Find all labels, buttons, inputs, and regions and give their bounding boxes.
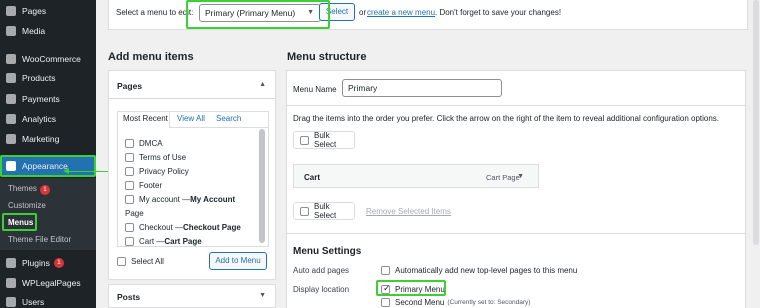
chevron-down-icon[interactable]: ▼ bbox=[517, 173, 524, 180]
annotation-arrow-head bbox=[63, 168, 69, 174]
appearance-icon bbox=[6, 161, 16, 171]
submenu-item-customize[interactable]: Customize bbox=[8, 201, 46, 210]
or-text: or bbox=[359, 8, 367, 17]
sidebar-item-products[interactable]: Products bbox=[0, 68, 96, 88]
sidebar-item-appearance[interactable]: Appearance bbox=[0, 156, 96, 176]
posts-title: Posts bbox=[117, 292, 141, 302]
submenu-item-theme-file-editor[interactable]: Theme File Editor bbox=[8, 235, 71, 244]
checkbox[interactable] bbox=[125, 223, 134, 232]
bulk-select-top[interactable]: Bulk Select bbox=[293, 131, 355, 149]
update-count-badge: 1 bbox=[53, 258, 64, 268]
auto-add-option[interactable]: Automatically add new top-level pages to… bbox=[381, 266, 577, 275]
menu-select-dropdown[interactable]: Primary (Primary Menu) ▼ bbox=[199, 4, 321, 22]
sidebar-item-woocommerce[interactable]: WooCommerce bbox=[0, 49, 96, 69]
menu-structure-panel: Menu Name Primary Drag the items into th… bbox=[286, 70, 746, 308]
tab-most-recent[interactable]: Most Recent bbox=[123, 114, 168, 123]
add-to-menu-button[interactable]: Add to Menu bbox=[209, 252, 267, 270]
page-item-checkout[interactable]: Checkout — Checkout Page bbox=[125, 223, 241, 232]
checkbox[interactable] bbox=[125, 139, 134, 148]
media-icon bbox=[6, 26, 16, 36]
annotation-arrow-line bbox=[67, 171, 111, 172]
posts-accordion[interactable]: Posts ▼ bbox=[108, 284, 276, 308]
checkbox[interactable] bbox=[381, 298, 390, 307]
sidebar-item-users[interactable]: Users bbox=[0, 292, 96, 308]
pages-accordion-header[interactable]: Pages ▲ bbox=[109, 71, 275, 99]
menu-name-label: Menu Name bbox=[293, 85, 337, 94]
sidebar-item-marketing[interactable]: Marketing bbox=[0, 129, 96, 149]
page-item-my-account[interactable]: My account — My Account bbox=[125, 195, 235, 204]
checkbox[interactable] bbox=[125, 181, 134, 190]
checkbox[interactable] bbox=[125, 153, 134, 162]
drag-instructions: Drag the items into the order you prefer… bbox=[293, 114, 720, 123]
pages-accordion: Pages ▲ Most Recent View All Search DMCA… bbox=[108, 70, 276, 280]
divider bbox=[287, 233, 745, 234]
submenu-item-themes[interactable]: Themes 1 bbox=[8, 184, 50, 195]
checkbox[interactable] bbox=[125, 237, 134, 246]
remove-selected-link[interactable]: Remove Selected Items bbox=[366, 207, 451, 216]
select-menu-label: Select a menu to edit: bbox=[116, 8, 194, 17]
checkbox[interactable] bbox=[125, 195, 134, 204]
bulk-select-bottom[interactable]: Bulk Select bbox=[293, 202, 355, 220]
tab-search[interactable]: Search bbox=[216, 114, 241, 123]
sidebar-item-wplegalpages[interactable]: WPLegalPages bbox=[0, 273, 96, 293]
location-primary-menu[interactable]: ✓ Primary Menu bbox=[381, 283, 445, 294]
page-scrollbar[interactable] bbox=[752, 0, 760, 308]
menu-item-type: Cart Page bbox=[486, 173, 520, 182]
sidebar-item-media[interactable]: Media bbox=[0, 21, 96, 41]
check-icon: ✓ bbox=[383, 283, 391, 293]
pages-list-scrollbar[interactable] bbox=[259, 129, 265, 243]
scrollbar-thumb[interactable] bbox=[753, 0, 759, 245]
chevron-down-icon[interactable]: ▼ bbox=[259, 292, 266, 299]
sidebar-item-plugins[interactable]: Plugins 1 bbox=[0, 253, 96, 273]
sidebar-item-analytics[interactable]: Analytics bbox=[0, 109, 96, 129]
select-menu-bar: Select a menu to edit: Primary (Primary … bbox=[108, 0, 748, 30]
checkbox[interactable] bbox=[117, 257, 126, 266]
wplegalpages-icon bbox=[6, 278, 16, 288]
sidebar-item-pages[interactable]: Pages bbox=[0, 1, 96, 21]
location-second-menu[interactable]: Second Menu (Currently set to: Secondary) bbox=[381, 298, 530, 307]
menu-item-title: Cart bbox=[304, 173, 321, 182]
page-item-terms[interactable]: Terms of Use bbox=[125, 153, 186, 162]
menu-item-cart[interactable]: Cart Cart Page ▼ bbox=[293, 164, 539, 188]
auto-add-label: Auto add pages bbox=[293, 266, 350, 275]
analytics-icon bbox=[6, 114, 16, 124]
marketing-icon bbox=[6, 134, 16, 144]
admin-sidebar: Pages Media WooCommerce Products Payment… bbox=[0, 0, 96, 308]
divider bbox=[287, 105, 745, 106]
menu-settings-heading: Menu Settings bbox=[293, 246, 362, 257]
add-menu-items-heading: Add menu items bbox=[108, 51, 194, 63]
appearance-submenu: Themes 1 Customize Menus Theme File Edito… bbox=[0, 178, 96, 250]
users-icon bbox=[6, 297, 16, 307]
menu-structure-heading: Menu structure bbox=[287, 51, 367, 63]
checkbox[interactable] bbox=[300, 206, 309, 216]
save-reminder-text: . Don't forget to save your changes! bbox=[435, 8, 562, 17]
display-location-label: Display location bbox=[293, 285, 350, 294]
checkbox[interactable] bbox=[381, 266, 390, 275]
sidebar-item-payments[interactable]: Payments bbox=[0, 89, 96, 109]
update-count-badge: 1 bbox=[39, 185, 50, 195]
page-item-footer[interactable]: Footer bbox=[125, 181, 162, 190]
page-item-dmca[interactable]: DMCA bbox=[125, 139, 163, 148]
products-icon bbox=[6, 73, 16, 83]
payments-icon bbox=[6, 94, 16, 104]
checkbox[interactable] bbox=[300, 135, 309, 145]
checkbox[interactable] bbox=[125, 167, 134, 176]
checkbox-checked[interactable]: ✓ bbox=[381, 283, 391, 294]
submenu-item-menus[interactable]: Menus bbox=[8, 218, 33, 227]
chevron-down-icon: ▼ bbox=[307, 9, 314, 16]
plugins-icon bbox=[6, 258, 16, 268]
page-item-privacy[interactable]: Privacy Policy bbox=[125, 167, 189, 176]
chevron-up-icon[interactable]: ▲ bbox=[259, 81, 266, 88]
page-item-cart[interactable]: Cart — Cart Page bbox=[125, 237, 202, 246]
page-item-label-wrap: Page bbox=[125, 209, 144, 218]
select-button[interactable]: Select bbox=[319, 3, 355, 21]
create-menu-link[interactable]: create a new menu bbox=[367, 8, 435, 17]
pages-title: Pages bbox=[117, 81, 143, 91]
tab-view-all[interactable]: View All bbox=[177, 114, 205, 123]
menu-name-input[interactable]: Primary bbox=[342, 79, 502, 97]
pages-icon bbox=[6, 6, 16, 16]
select-all-checkbox[interactable]: Select All bbox=[117, 257, 164, 266]
woocommerce-icon bbox=[6, 54, 16, 64]
